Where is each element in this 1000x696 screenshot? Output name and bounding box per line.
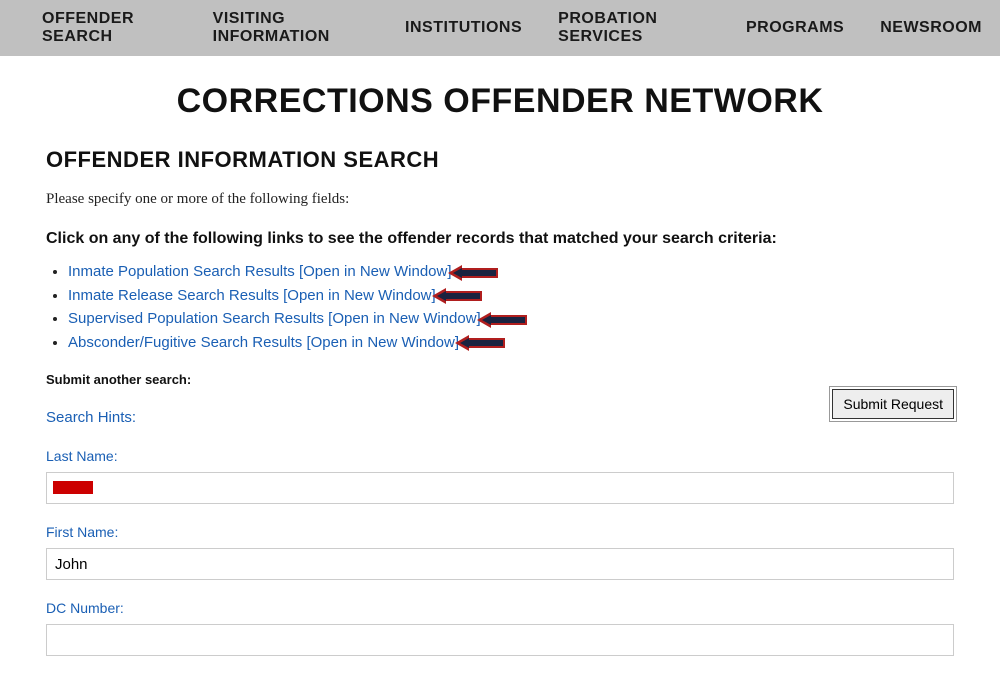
last-name-group: Last Name:	[46, 448, 954, 504]
nav-probation-services[interactable]: PROBATION SERVICES	[540, 6, 728, 50]
page-title: CORRECTIONS OFFENDER NETWORK	[46, 82, 954, 121]
dc-number-group: DC Number:	[46, 600, 954, 656]
redaction-block	[53, 481, 93, 494]
dc-number-input[interactable]	[46, 624, 954, 656]
first-name-input[interactable]	[46, 548, 954, 580]
main-content: CORRECTIONS OFFENDER NETWORK OFFENDER IN…	[0, 56, 1000, 696]
first-name-group: First Name:	[46, 524, 954, 580]
first-name-label: First Name:	[46, 524, 954, 540]
submit-row: Search Hints: Submit Request	[46, 409, 954, 448]
nav-visiting-information[interactable]: VISITING INFORMATION	[195, 6, 387, 50]
top-nav: OFFENDER SEARCH VISITING INFORMATION INS…	[0, 0, 1000, 56]
supervised-population-link[interactable]: Supervised Population Search Results [Op…	[68, 310, 481, 327]
arrow-left-icon	[444, 287, 482, 304]
nav-institutions[interactable]: INSTITUTIONS	[387, 15, 540, 41]
submit-request-button[interactable]: Submit Request	[832, 389, 954, 419]
submit-another-label: Submit another search:	[46, 372, 954, 387]
list-item: Supervised Population Search Results [Op…	[68, 307, 954, 331]
list-item: Inmate Release Search Results [Open in N…	[68, 284, 954, 308]
last-name-label: Last Name:	[46, 448, 954, 464]
inmate-population-link[interactable]: Inmate Population Search Results [Open i…	[68, 263, 452, 280]
list-item: Inmate Population Search Results [Open i…	[68, 260, 954, 284]
list-item: Absconder/Fugitive Search Results [Open …	[68, 331, 954, 355]
inmate-release-link[interactable]: Inmate Release Search Results [Open in N…	[68, 287, 436, 304]
search-hints-link[interactable]: Search Hints:	[46, 409, 136, 426]
section-title: OFFENDER INFORMATION SEARCH	[46, 147, 954, 173]
instruction-text: Please specify one or more of the follow…	[46, 191, 954, 208]
last-name-input[interactable]	[46, 472, 954, 504]
nav-offender-search[interactable]: OFFENDER SEARCH	[0, 6, 195, 50]
absconder-fugitive-link[interactable]: Absconder/Fugitive Search Results [Open …	[68, 334, 459, 351]
arrow-left-icon	[489, 311, 527, 328]
dc-number-label: DC Number:	[46, 600, 954, 616]
nav-newsroom[interactable]: NEWSROOM	[862, 15, 1000, 41]
results-header: Click on any of the following links to s…	[46, 230, 954, 248]
arrow-left-icon	[467, 334, 505, 351]
nav-programs[interactable]: PROGRAMS	[728, 15, 862, 41]
arrow-left-icon	[460, 264, 498, 281]
results-list: Inmate Population Search Results [Open i…	[68, 260, 954, 354]
